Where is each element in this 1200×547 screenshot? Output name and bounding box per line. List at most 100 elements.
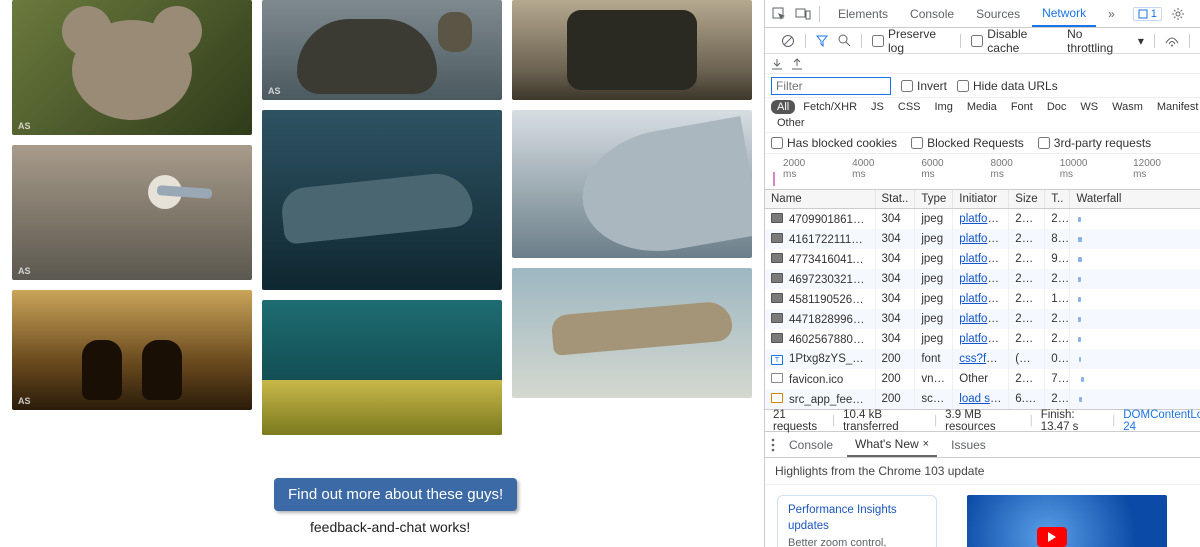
col-name[interactable]: Name [765, 190, 875, 209]
initiator-link[interactable]: platform... [959, 333, 1009, 345]
type-filter-doc[interactable]: Doc [1041, 100, 1073, 114]
request-row[interactable]: favicon.ico200vnd...Other233...7... [765, 369, 1200, 389]
type-filter-js[interactable]: JS [865, 100, 890, 114]
gallery-image[interactable]: AS [12, 0, 252, 135]
initiator-link[interactable]: platform... [959, 293, 1009, 305]
cell-waterfall [1070, 249, 1200, 269]
file-type-icon [771, 273, 783, 283]
type-filter-media[interactable]: Media [961, 100, 1003, 114]
gallery-image[interactable]: AS [12, 145, 252, 280]
type-filter-fetchxhr[interactable]: Fetch/XHR [797, 100, 863, 114]
issues-badge[interactable]: 1 [1133, 7, 1162, 21]
search-icon[interactable] [838, 34, 851, 47]
request-name: 46972303215_793... [789, 274, 875, 286]
initiator-link[interactable]: load scri... [959, 393, 1009, 405]
request-row[interactable]: 45811905264_be3...304jpegplatform...235.… [765, 289, 1200, 309]
drawer-kebab-icon[interactable] [771, 438, 775, 452]
type-filter-all[interactable]: All [771, 100, 795, 114]
gallery-image[interactable]: AS [262, 0, 502, 100]
col-stat[interactable]: Stat.. [875, 190, 915, 209]
gallery-image[interactable] [262, 110, 502, 290]
request-name: 44718289960_e83... [789, 314, 875, 326]
col-size[interactable]: Size [1009, 190, 1045, 209]
blocked-cookies-checkbox[interactable]: Has blocked cookies [771, 136, 897, 150]
col-type[interactable]: Type [915, 190, 953, 209]
request-row[interactable]: 44718289960_e83...304jpegplatform...234.… [765, 309, 1200, 329]
disable-cache-checkbox[interactable]: Disable cache [971, 27, 1057, 55]
request-row[interactable]: src_app_feedback-...200scriptload scri..… [765, 389, 1200, 409]
tab-console[interactable]: Console [900, 0, 964, 27]
hide-data-urls-checkbox[interactable]: Hide data URLs [957, 79, 1058, 93]
col-t[interactable]: T.. [1045, 190, 1070, 209]
cell-type: vnd... [915, 369, 953, 389]
drawer-tab-console[interactable]: Console [781, 432, 841, 457]
close-tab-icon[interactable]: × [923, 438, 929, 450]
invert-checkbox[interactable]: Invert [901, 79, 947, 93]
cell-status: 200 [875, 389, 915, 409]
kebab-icon[interactable] [1194, 6, 1200, 22]
type-filter-ws[interactable]: WS [1074, 100, 1104, 114]
col-waterfall[interactable]: Waterfall▲ [1070, 190, 1200, 209]
gallery-image[interactable] [512, 0, 752, 100]
request-row[interactable]: 46025678804_fb8c...304jpegplatform...234… [765, 329, 1200, 349]
type-filter-font[interactable]: Font [1005, 100, 1039, 114]
download-row [765, 54, 1200, 74]
initiator-link[interactable]: platform... [959, 213, 1009, 225]
play-icon [1037, 527, 1067, 547]
network-timeline[interactable]: 2000 ms4000 ms6000 ms8000 ms10000 ms1200… [765, 154, 1200, 190]
video-thumbnail[interactable]: new [967, 495, 1167, 547]
highlights-heading: Highlights from the Chrome 103 update [765, 458, 1200, 485]
cell-waterfall [1070, 389, 1200, 409]
third-party-checkbox[interactable]: 3rd-party requests [1038, 136, 1151, 150]
request-row[interactable]: T1Ptxg8zYS_SKggP...200fontcss?fam...(me.… [765, 349, 1200, 369]
find-out-button[interactable]: Find out more about these guys! [274, 478, 517, 511]
type-filter-other[interactable]: Other [771, 116, 811, 130]
type-filter-img[interactable]: Img [929, 100, 959, 114]
type-filter-css[interactable]: CSS [892, 100, 927, 114]
drawer-tab-issues[interactable]: Issues [943, 432, 994, 457]
preserve-log-checkbox[interactable]: Preserve log [872, 27, 950, 55]
filter-icon[interactable] [816, 35, 828, 47]
cell-initiator: Other [953, 369, 1009, 389]
blocked-requests-checkbox[interactable]: Blocked Requests [911, 136, 1024, 150]
tab-network[interactable]: Network [1032, 0, 1096, 27]
type-filter-row: AllFetch/XHRJSCSSImgMediaFontDocWSWasmMa… [765, 98, 1200, 133]
insights-card[interactable]: Performance Insights updates Better zoom… [777, 495, 937, 547]
request-row[interactable]: 46972303215_793...304jpegplatform...235.… [765, 269, 1200, 289]
export-icon[interactable] [791, 58, 803, 70]
inspect-icon[interactable] [771, 6, 787, 22]
filter-row: Invert Hide data URLs [765, 74, 1200, 98]
initiator-link[interactable]: platform... [959, 253, 1009, 265]
clear-icon[interactable] [781, 34, 795, 48]
request-row[interactable]: 47099018614_5a6...304jpegplatform...235.… [765, 209, 1200, 230]
gear-icon[interactable] [1170, 6, 1186, 22]
gallery-image[interactable] [262, 300, 502, 435]
type-filter-wasm[interactable]: Wasm [1106, 100, 1149, 114]
drawer-tab-whatsnew[interactable]: What's New × [847, 432, 937, 457]
throttling-select[interactable]: No throttling [1067, 27, 1128, 55]
initiator-link[interactable]: platform... [959, 233, 1009, 245]
tabs-overflow[interactable]: » [1098, 0, 1125, 27]
cell-time: 7... [1045, 369, 1070, 389]
type-filter-manifest[interactable]: Manifest [1151, 100, 1200, 114]
request-name: 45811905264_be3... [789, 294, 875, 306]
col-initiator[interactable]: Initiator [953, 190, 1009, 209]
initiator-link[interactable]: platform... [959, 313, 1009, 325]
network-table: NameStat..TypeInitiatorSizeT..Waterfall▲… [765, 190, 1200, 410]
tab-sources[interactable]: Sources [966, 0, 1030, 27]
device-toggle-icon[interactable] [795, 6, 811, 22]
gallery-image[interactable] [512, 268, 752, 398]
import-icon[interactable] [771, 58, 783, 70]
gallery-image[interactable]: AS [12, 290, 252, 410]
cell-status: 200 [875, 349, 915, 369]
throttling-caret-icon[interactable]: ▾ [1138, 34, 1144, 48]
request-row[interactable]: 47734160411_f2b6...304jpegplatform...235… [765, 249, 1200, 269]
initiator-link[interactable]: platform... [959, 273, 1009, 285]
initiator-link[interactable]: css?fam... [959, 353, 1009, 365]
tab-elements[interactable]: Elements [828, 0, 898, 27]
filter-input[interactable] [771, 77, 891, 95]
cell-time: 0... [1045, 349, 1070, 369]
network-conditions-icon[interactable] [1165, 35, 1179, 47]
gallery-image[interactable] [512, 110, 752, 258]
request-row[interactable]: 41617221114_4d5...304jpegplatform...235.… [765, 229, 1200, 249]
